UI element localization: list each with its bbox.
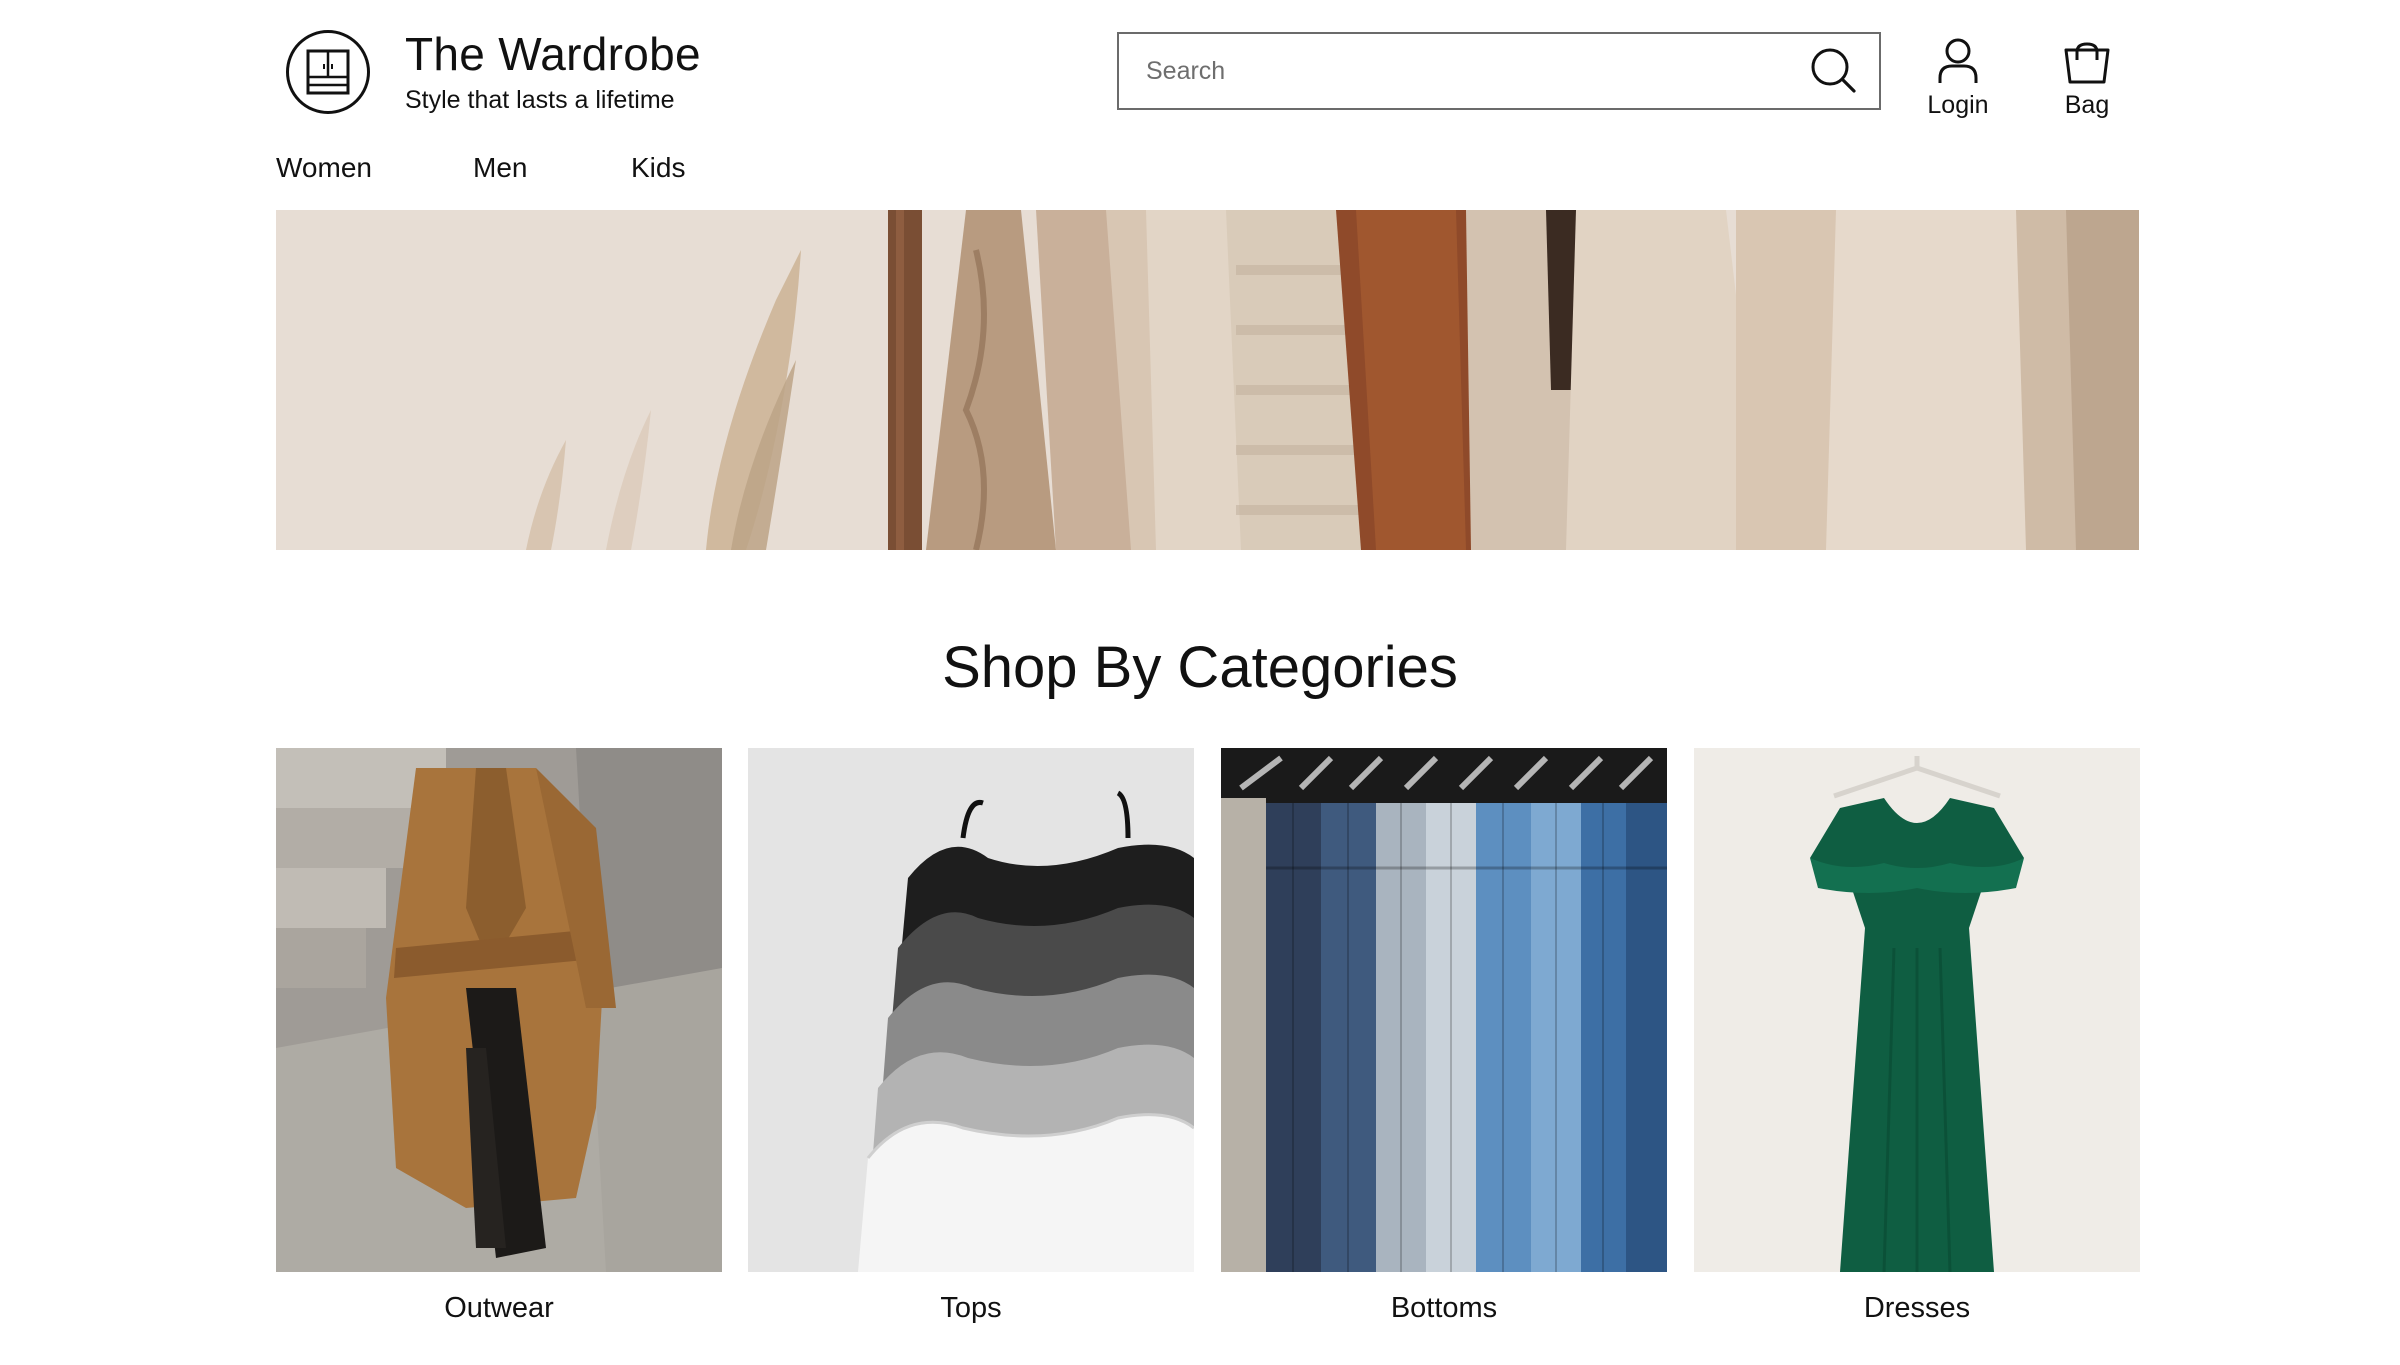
login-button[interactable]: Login — [1903, 34, 2013, 124]
nav-item-men[interactable]: Men — [473, 150, 527, 186]
category-card-bottoms[interactable]: Bottoms — [1221, 748, 1667, 1326]
page: The Wardrobe Style that lasts a lifetime… — [0, 0, 2400, 1365]
category-label-tops: Tops — [940, 1292, 1002, 1324]
search-bar — [1117, 32, 1881, 110]
category-card-tops[interactable]: Tops — [748, 748, 1194, 1326]
category-image-bottoms — [1221, 748, 1667, 1272]
category-image-dresses — [1694, 748, 2140, 1272]
bag-label: Bag — [2064, 91, 2110, 119]
dresses-photo — [1694, 748, 2140, 1272]
user-icon-wrap — [1937, 34, 1979, 84]
tops-photo — [748, 748, 1194, 1272]
login-label: Login — [1927, 91, 1989, 119]
search-icon — [1811, 48, 1856, 93]
brand-tagline: Style that lasts a lifetime — [405, 86, 675, 114]
brand-logo[interactable] — [286, 30, 370, 114]
section-title: Shop By Categories — [942, 635, 1458, 700]
category-label-bottoms: Bottoms — [1390, 1292, 1498, 1324]
bottoms-photo — [1221, 748, 1667, 1272]
outwear-photo — [276, 748, 722, 1272]
nav-item-kids[interactable]: Kids — [631, 150, 685, 186]
category-label-dresses: Dresses — [1863, 1292, 1971, 1324]
wardrobe-icon — [306, 49, 350, 95]
category-image-outwear — [276, 748, 722, 1272]
category-image-tops — [748, 748, 1194, 1272]
user-icon — [1938, 38, 1978, 83]
hero-banner[interactable] — [276, 210, 2139, 550]
search-input[interactable] — [1119, 34, 1789, 108]
shopping-bag-icon — [2064, 42, 2110, 84]
bag-icon-wrap — [2063, 34, 2111, 84]
bag-button[interactable]: Bag — [2032, 34, 2142, 124]
hero-image — [276, 210, 2139, 550]
brand-name[interactable]: The Wardrobe — [405, 26, 701, 82]
category-label-outwear: Outwear — [444, 1292, 554, 1324]
category-card-dresses[interactable]: Dresses — [1694, 748, 2140, 1326]
nav-item-women[interactable]: Women — [276, 150, 372, 186]
category-card-outwear[interactable]: Outwear — [276, 748, 722, 1326]
search-button[interactable] — [1789, 34, 1879, 108]
